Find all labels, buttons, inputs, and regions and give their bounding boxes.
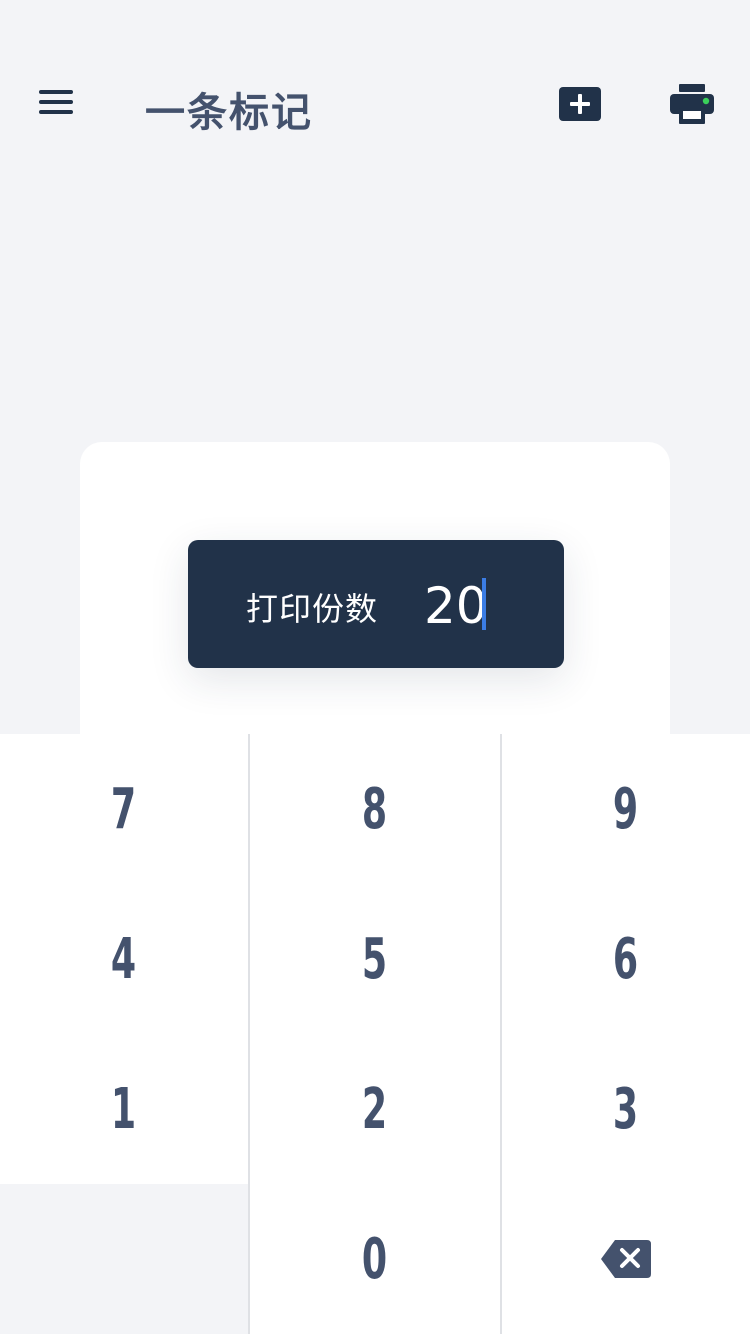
key-7[interactable]: 7 xyxy=(0,734,248,884)
screen: 一条标记 打印份数 20 7 8 9 4 5 6 1 2 3 0 xyxy=(0,0,750,1334)
page-title: 一条标记 xyxy=(145,90,313,136)
key-3-label: 3 xyxy=(613,1076,639,1142)
key-8-label: 8 xyxy=(362,776,388,842)
key-8[interactable]: 8 xyxy=(250,734,500,884)
printer-button[interactable] xyxy=(666,80,718,128)
header: 一条标记 xyxy=(0,0,750,200)
text-cursor xyxy=(482,578,486,630)
key-0-label: 0 xyxy=(362,1226,388,1292)
key-2-label: 2 xyxy=(362,1076,388,1142)
printer-icon xyxy=(670,84,714,124)
add-button[interactable] xyxy=(555,82,605,126)
key-0[interactable]: 0 xyxy=(250,1184,500,1334)
numeric-keypad: 7 8 9 4 5 6 1 2 3 0 xyxy=(0,734,750,1334)
key-4[interactable]: 4 xyxy=(0,884,248,1034)
key-1[interactable]: 1 xyxy=(0,1034,248,1184)
key-5-label: 5 xyxy=(362,926,388,992)
copies-label: 打印份数 xyxy=(246,590,379,628)
copies-value: 20 xyxy=(424,577,488,635)
keypad-empty-cell xyxy=(0,1184,248,1334)
add-label-icon xyxy=(559,87,601,121)
key-7-label: 7 xyxy=(111,776,137,842)
backspace-icon xyxy=(601,1240,651,1278)
key-3[interactable]: 3 xyxy=(502,1034,750,1184)
key-1-label: 1 xyxy=(111,1076,137,1142)
key-6[interactable]: 6 xyxy=(502,884,750,1034)
key-9[interactable]: 9 xyxy=(502,734,750,884)
key-6-label: 6 xyxy=(613,926,639,992)
menu-button[interactable] xyxy=(30,82,84,122)
copies-display[interactable]: 打印份数 20 xyxy=(188,540,564,668)
keypad-divider xyxy=(500,734,502,1334)
key-4-label: 4 xyxy=(111,926,137,992)
backspace-key[interactable] xyxy=(502,1184,750,1334)
key-9-label: 9 xyxy=(613,776,639,842)
hamburger-menu-icon xyxy=(39,90,73,114)
key-2[interactable]: 2 xyxy=(250,1034,500,1184)
key-5[interactable]: 5 xyxy=(250,884,500,1034)
keypad-divider xyxy=(248,734,250,1334)
